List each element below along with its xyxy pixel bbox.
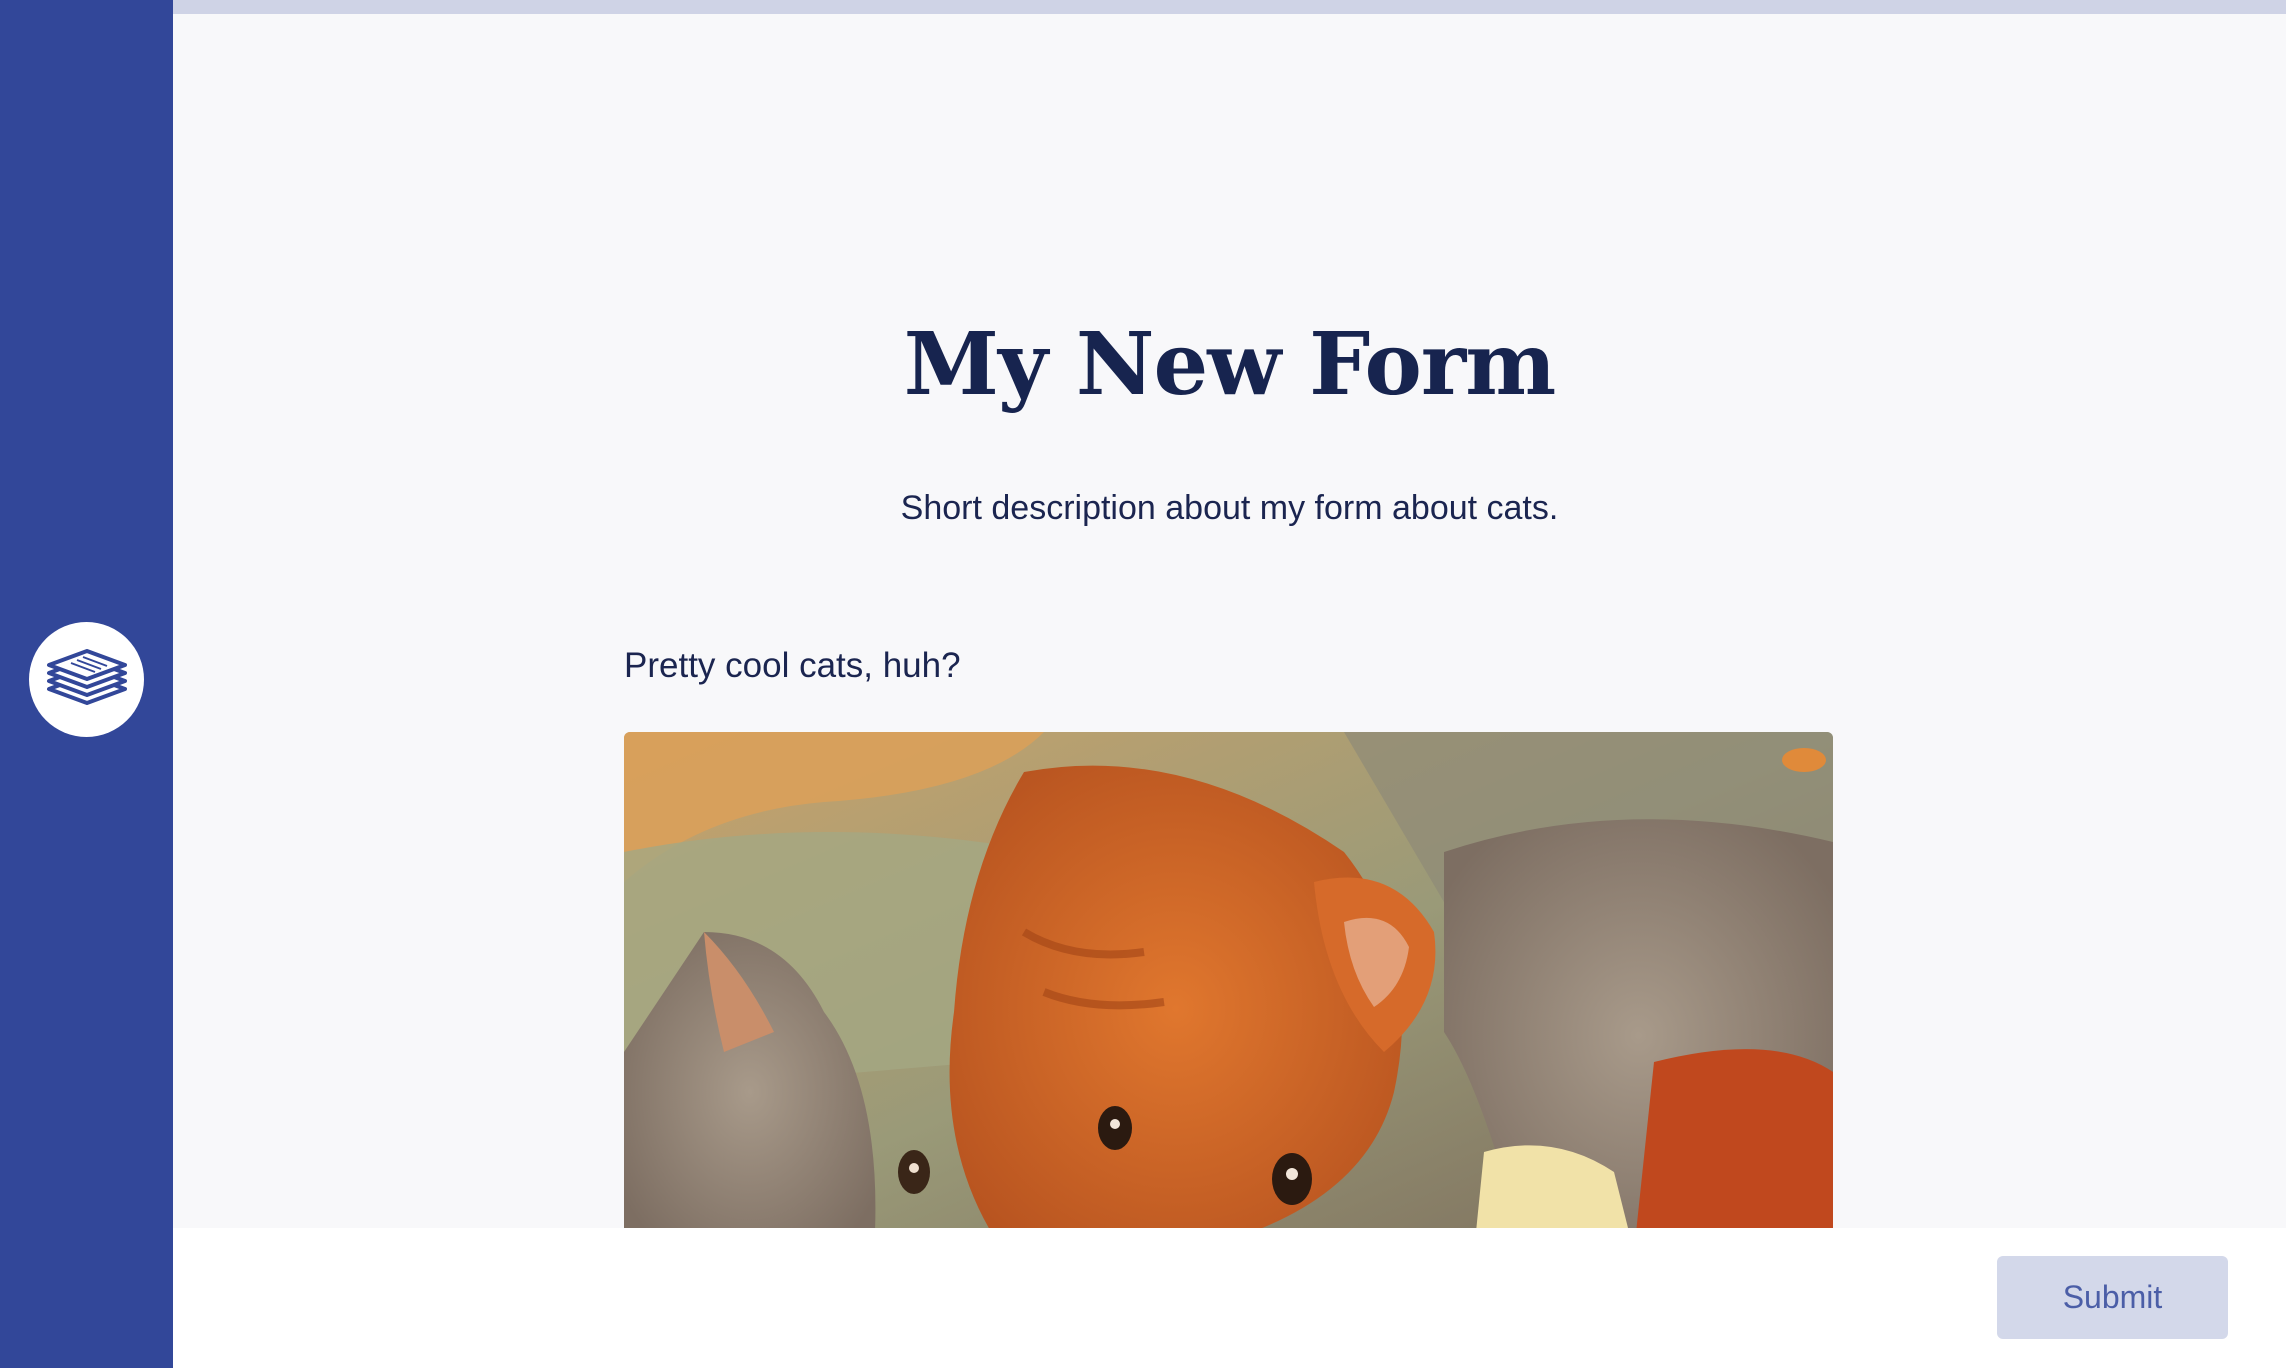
- question-text: Pretty cool cats, huh?: [624, 646, 961, 685]
- form-title: My New Form: [903, 314, 1556, 415]
- footer-bar: Submit: [173, 1228, 2286, 1368]
- form-content: My New Form Short description about my f…: [173, 14, 2286, 1228]
- progress-bar: [173, 0, 2286, 14]
- cats-photo: [624, 732, 1833, 1228]
- logo-button[interactable]: [29, 622, 144, 737]
- form-description: Short description about my form about ca…: [900, 489, 1559, 527]
- submit-button[interactable]: Submit: [1997, 1256, 2228, 1339]
- sidebar: [0, 0, 173, 1368]
- stacked-papers-icon: [46, 648, 127, 705]
